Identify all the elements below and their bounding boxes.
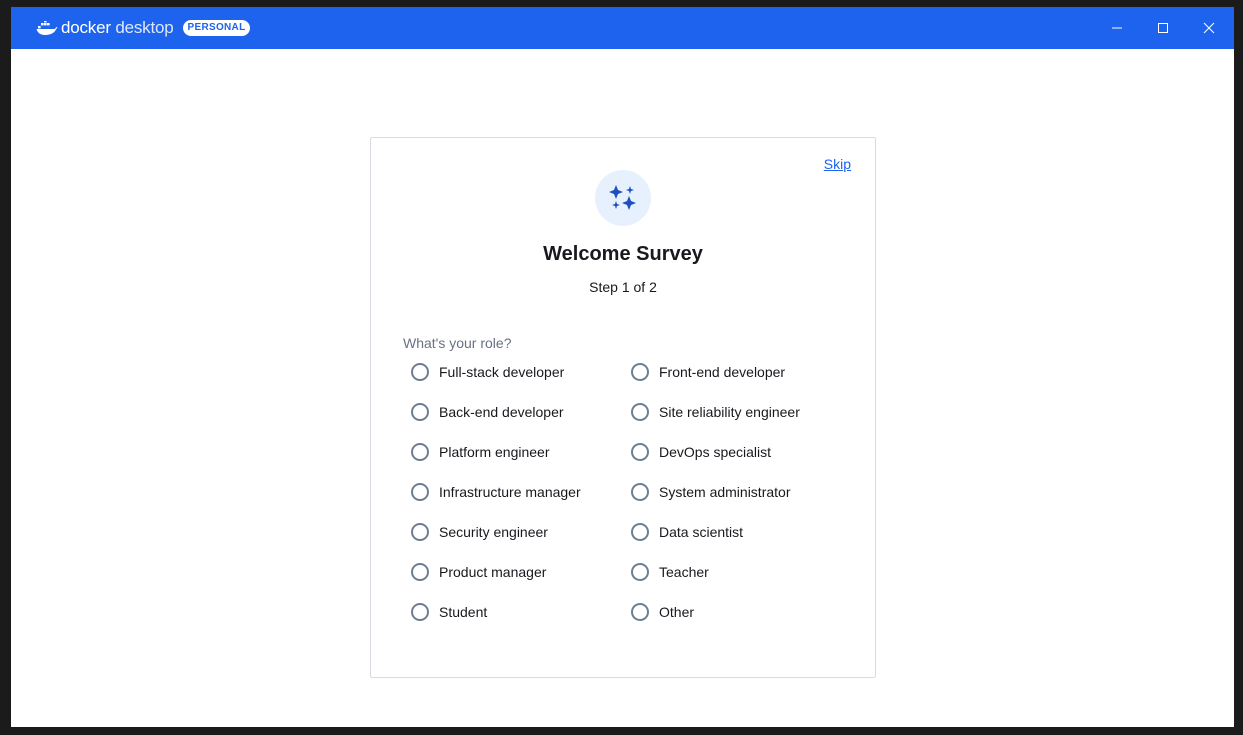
app-window: docker desktop PERSONAL Skip Welcome Sur…	[11, 7, 1234, 727]
role-option-label: Back-end developer	[439, 404, 564, 420]
role-option-label: System administrator	[659, 484, 791, 500]
role-option[interactable]: Other	[631, 600, 694, 624]
role-option-label: Other	[659, 604, 695, 620]
survey-step: Step 1 of 2	[589, 279, 657, 295]
role-option-label: Site reliability engineer	[659, 404, 800, 420]
title-bar: docker desktop PERSONAL	[11, 7, 1234, 49]
radio-button[interactable]	[411, 563, 429, 581]
role-option-label: Product manager	[439, 564, 547, 580]
radio-button[interactable]	[411, 403, 429, 421]
radio-button[interactable]	[631, 403, 649, 421]
role-option[interactable]: Back-end developer	[411, 400, 564, 424]
radio-button[interactable]	[411, 443, 429, 461]
role-option[interactable]: Teacher	[631, 560, 709, 584]
radio-button[interactable]	[411, 483, 429, 501]
minimize-icon	[1112, 27, 1122, 29]
role-option-label: Security engineer	[439, 524, 548, 540]
close-button[interactable]	[1186, 7, 1232, 49]
close-icon	[1203, 22, 1215, 34]
role-option[interactable]: Data scientist	[631, 520, 743, 544]
role-option-label: Data scientist	[659, 524, 744, 540]
role-question: What's your role?	[403, 335, 512, 351]
radio-button[interactable]	[631, 443, 649, 461]
role-option-label: Student	[439, 604, 488, 620]
minimize-button[interactable]	[1094, 7, 1140, 49]
role-option[interactable]: Platform engineer	[411, 440, 550, 464]
role-option[interactable]: Infrastructure manager	[411, 480, 581, 504]
role-option[interactable]: System administrator	[631, 480, 790, 504]
maximize-icon	[1158, 23, 1168, 33]
radio-button[interactable]	[411, 603, 429, 621]
role-option-label: Infrastructure manager	[439, 484, 581, 500]
docker-whale-icon	[36, 21, 58, 35]
survey-title: Welcome Survey	[543, 243, 703, 265]
skip-link[interactable]: Skip	[824, 156, 851, 172]
maximize-button[interactable]	[1140, 7, 1186, 49]
role-option-label: DevOps specialist	[659, 444, 772, 460]
survey-hero	[595, 170, 651, 226]
plan-badge: PERSONAL	[182, 20, 251, 36]
role-option[interactable]: DevOps specialist	[631, 440, 771, 464]
sparkles-icon	[609, 185, 636, 210]
role-option[interactable]: Student	[411, 600, 487, 624]
role-option[interactable]: Site reliability engineer	[631, 400, 800, 424]
radio-button[interactable]	[631, 483, 649, 501]
radio-button[interactable]	[631, 363, 649, 381]
welcome-survey-card: Skip Welcome Survey Step 1 of 2 What's y…	[370, 137, 876, 678]
role-option-label: Front-end developer	[659, 364, 786, 380]
role-option-label: Full-stack developer	[439, 364, 565, 380]
role-option[interactable]: Product manager	[411, 560, 546, 584]
role-option-label: Teacher	[659, 564, 709, 580]
radio-button[interactable]	[631, 603, 649, 621]
radio-button[interactable]	[411, 523, 429, 541]
radio-button[interactable]	[631, 523, 649, 541]
role-option-label: Platform engineer	[439, 444, 550, 460]
radio-button[interactable]	[411, 363, 429, 381]
role-option[interactable]: Security engineer	[411, 520, 548, 544]
docker-logo: docker desktop PERSONAL	[36, 17, 251, 39]
role-option[interactable]: Front-end developer	[631, 360, 785, 384]
role-option[interactable]: Full-stack developer	[411, 360, 564, 384]
app-name: docker desktop	[61, 18, 174, 37]
radio-button[interactable]	[631, 563, 649, 581]
